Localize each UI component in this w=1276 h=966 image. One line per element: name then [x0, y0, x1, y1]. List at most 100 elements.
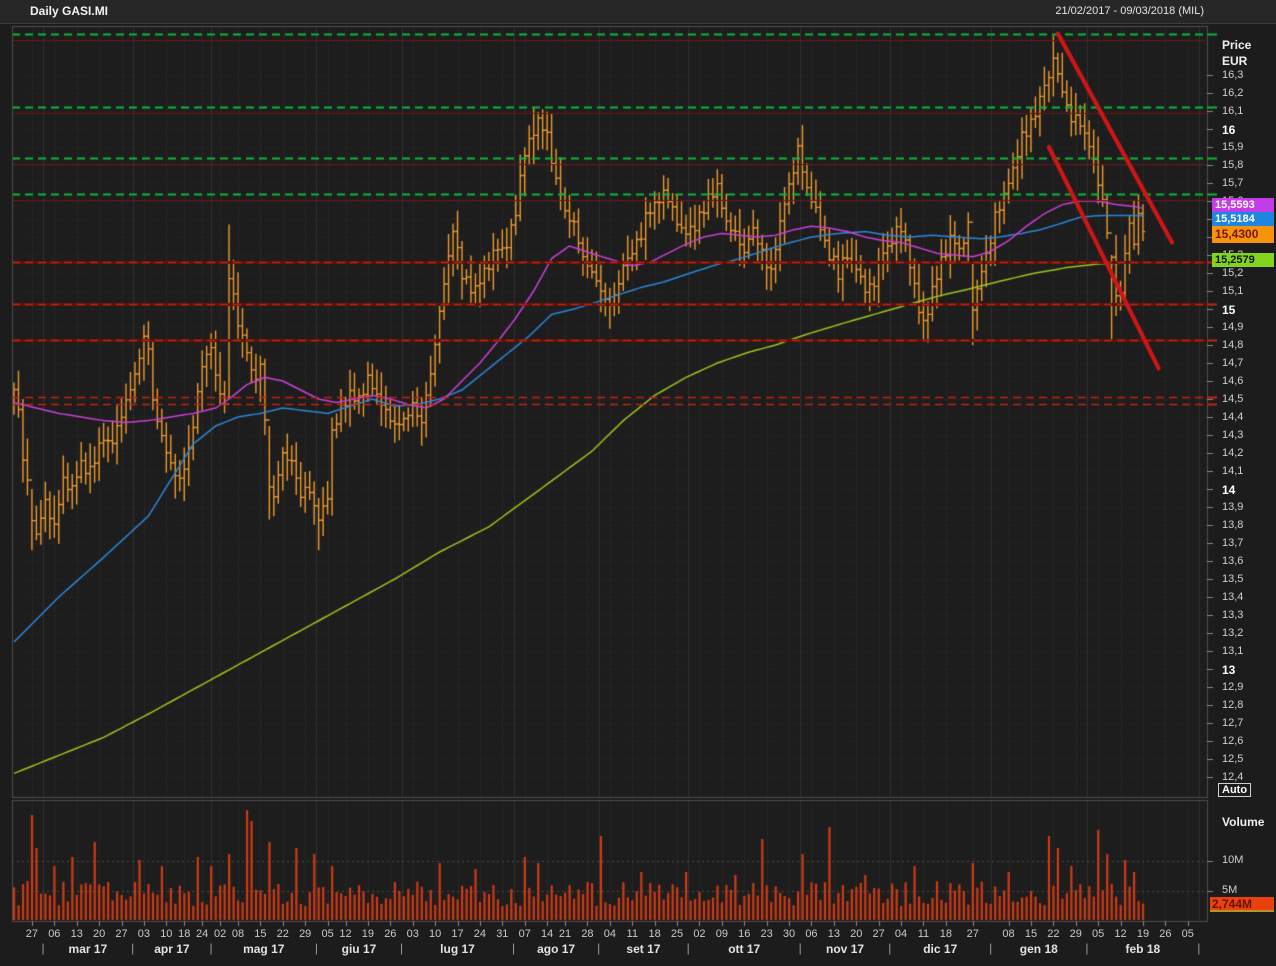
price-axis-currency: EUR [1222, 54, 1247, 68]
x-week-label: 18 [940, 928, 952, 940]
price-tick-label: 13,3 [1222, 609, 1243, 621]
x-month-separator: | [131, 941, 134, 955]
x-week-label: 23 [761, 928, 773, 940]
x-week-label: 02 [214, 928, 226, 940]
x-month-separator: | [210, 941, 213, 955]
price-tick-label: 15,7 [1222, 177, 1243, 189]
x-week-label: 04 [604, 928, 616, 940]
x-month-separator: | [597, 941, 600, 955]
x-month-separator: | [1197, 941, 1200, 955]
volume-tick-label: 5M [1222, 884, 1237, 896]
price-tick-label: 13,2 [1222, 627, 1243, 639]
price-tick-label: 14,2 [1222, 447, 1243, 459]
x-week-label: 12 [339, 928, 351, 940]
price-tick-label: 13,9 [1222, 501, 1243, 513]
x-month-separator: | [888, 941, 891, 955]
x-week-label: 08 [1002, 928, 1014, 940]
price-tick-label: 12,8 [1222, 699, 1243, 711]
chart-canvas[interactable] [0, 0, 1276, 966]
price-marker-ma-magenta: 15,5593 [1212, 198, 1274, 212]
price-tick-label: 13 [1222, 663, 1235, 677]
price-tick-label: 12,9 [1222, 681, 1243, 693]
price-marker-ma-blue: 15,5184 [1212, 212, 1274, 226]
x-week-label: 22 [277, 928, 289, 940]
price-tick-label: 16 [1222, 123, 1235, 137]
x-month-label: mar 17 [69, 942, 108, 956]
x-week-label: 24 [474, 928, 486, 940]
x-week-label: 11 [627, 928, 638, 940]
price-tick-label: 15,1 [1222, 285, 1243, 297]
x-month-label: feb 18 [1126, 942, 1161, 956]
price-tick-label: 16,2 [1222, 87, 1243, 99]
price-tick-label: 14,4 [1222, 411, 1243, 423]
price-tick-label: 13,5 [1222, 573, 1243, 585]
price-tick-label: 13,7 [1222, 537, 1243, 549]
x-week-label: 25 [671, 928, 683, 940]
x-week-label: 10 [160, 928, 172, 940]
price-tick-label: 15 [1222, 303, 1235, 317]
x-month-label: apr 17 [154, 942, 189, 956]
price-axis-title: Price [1222, 38, 1251, 52]
x-week-label: 30 [783, 928, 795, 940]
x-week-label: 24 [196, 928, 208, 940]
x-month-label: gen 18 [1020, 942, 1058, 956]
x-week-label: 06 [805, 928, 817, 940]
x-week-label: 02 [693, 928, 705, 940]
x-week-label: 07 [519, 928, 531, 940]
x-week-label: 11 [918, 928, 929, 940]
price-tick-label: 12,6 [1222, 735, 1243, 747]
x-week-label: 15 [1025, 928, 1037, 940]
x-month-separator: | [1085, 941, 1088, 955]
x-month-separator: | [989, 941, 992, 955]
x-week-label: 28 [581, 928, 593, 940]
price-tick-label: 13,6 [1222, 555, 1243, 567]
volume-tick-label: 10M [1222, 854, 1243, 866]
x-week-label: 26 [1159, 928, 1171, 940]
x-week-label: 04 [895, 928, 907, 940]
x-week-label: 13 [71, 928, 83, 940]
price-tick-label: 16,3 [1222, 69, 1243, 81]
x-week-label: 09 [716, 928, 728, 940]
price-marker-ma-green: 15,2579 [1212, 253, 1274, 267]
x-week-label: 03 [138, 928, 150, 940]
x-month-separator: | [799, 941, 802, 955]
price-tick-label: 14,1 [1222, 465, 1243, 477]
price-tick-label: 13,8 [1222, 519, 1243, 531]
x-week-label: 16 [738, 928, 750, 940]
price-tick-label: 16,1 [1222, 105, 1243, 117]
x-month-label: dic 17 [923, 942, 957, 956]
x-week-label: 31 [496, 928, 508, 940]
x-week-label: 19 [362, 928, 374, 940]
price-tick-label: 13,4 [1222, 591, 1243, 603]
x-month-label: set 17 [626, 942, 660, 956]
price-tick-label: 13,1 [1222, 645, 1243, 657]
price-tick-label: 15,8 [1222, 159, 1243, 171]
x-month-separator: | [512, 941, 515, 955]
x-month-separator: | [687, 941, 690, 955]
x-week-label: 26 [384, 928, 396, 940]
x-week-label: 19 [1137, 928, 1149, 940]
x-week-label: 27 [967, 928, 979, 940]
x-week-label: 20 [850, 928, 862, 940]
x-week-label: 20 [93, 928, 105, 940]
volume-marker-last: 2,744M [1210, 897, 1274, 912]
x-month-label: ago 17 [537, 942, 575, 956]
price-tick-label: 15,9 [1222, 141, 1243, 153]
price-tick-label: 14 [1222, 483, 1235, 497]
price-tick-label: 14,8 [1222, 339, 1243, 351]
chart-window: Daily GASI.MI 21/02/2017 - 09/03/2018 (M… [0, 0, 1276, 966]
price-tick-label: 15,2 [1222, 267, 1243, 279]
x-week-label: 29 [1070, 928, 1082, 940]
x-week-label: 22 [1047, 928, 1059, 940]
x-week-label: 14 [541, 928, 553, 940]
price-tick-label: 14,6 [1222, 375, 1243, 387]
auto-scale-button[interactable]: Auto [1218, 783, 1251, 797]
x-month-label: mag 17 [243, 942, 284, 956]
price-tick-label: 14,3 [1222, 429, 1243, 441]
x-week-label: 27 [115, 928, 127, 940]
price-tick-label: 12,4 [1222, 771, 1243, 783]
title-bar: Daily GASI.MI 21/02/2017 - 09/03/2018 (M… [0, 0, 1276, 24]
x-week-label: 18 [178, 928, 190, 940]
price-tick-label: 12,5 [1222, 753, 1243, 765]
x-month-separator: | [400, 941, 403, 955]
